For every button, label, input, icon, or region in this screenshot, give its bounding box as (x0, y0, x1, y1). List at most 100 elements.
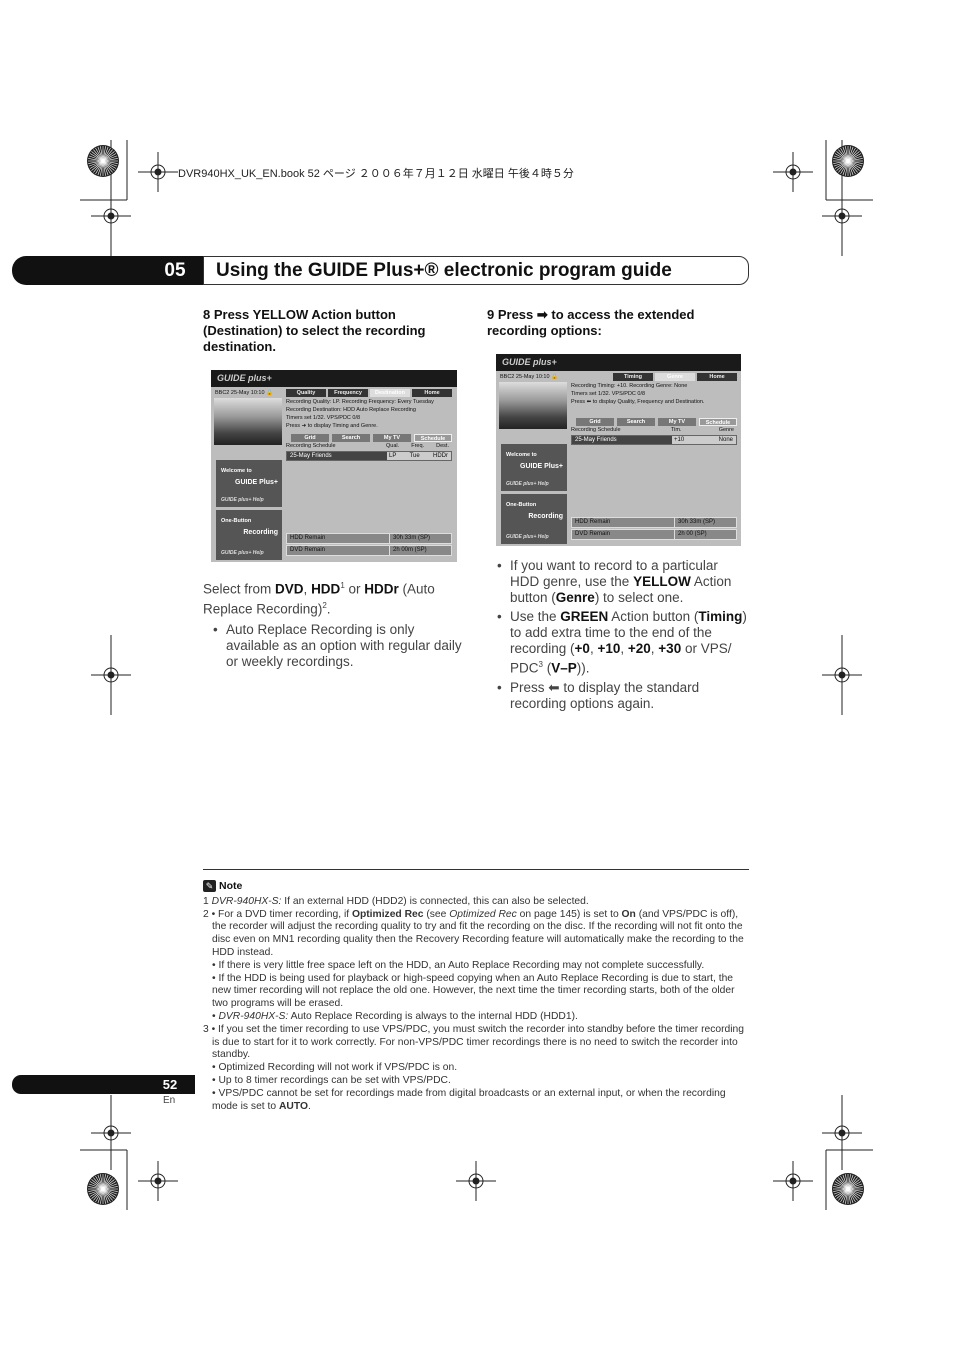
menu-tab-schedule: Schedule (414, 434, 452, 442)
text-run: 3 • If you set the timer recording to us… (203, 1023, 745, 1061)
sunburst-mark (87, 145, 119, 177)
bullet-item: If you want to record to a particular HD… (497, 558, 749, 606)
remain-label: DVD Remain (572, 530, 675, 539)
info-line: Recording Destination: HDD Auto Replace … (286, 407, 416, 413)
text-run: HDDr (364, 581, 399, 597)
info-line: Press ➜ to display Timing and Genre. (286, 423, 378, 429)
chapter-title: Using the GUIDE Plus+® electronic progra… (203, 256, 749, 285)
text-run: YELLOW (633, 574, 691, 589)
panel-welcome: Welcome to GUIDE Plus+ GUIDE plus+ Help (216, 460, 282, 507)
footnote: • If the HDD is being used for playback … (203, 973, 751, 1011)
remain-row: HDD Remain 30h 33m (SP) (571, 517, 737, 528)
schedule-value: HDDr (433, 453, 448, 459)
panel-line: One-Button (221, 518, 252, 524)
text-run: DVR-940HX-S: (218, 1010, 289, 1022)
menu-tab-search: Search (332, 434, 370, 442)
text-run: Auto Replace Recording is always to the … (288, 1010, 578, 1022)
schedule-program: 25-May Friends (287, 452, 387, 460)
menu-tab-my-tv: My TV (658, 418, 696, 426)
info-line: Recording Timing: +10. Recording Genre: … (571, 383, 688, 389)
preview-thumbnail (499, 382, 567, 429)
screen-destination: GUIDE plus+ BBC2 25-May 10:10 🔒 Quality Fre… (211, 370, 457, 562)
schedule-values: LP Tue HDDr (387, 452, 451, 460)
schedule-value: +10 (674, 437, 685, 443)
notes: ✎ Note 1 DVR-940HX-S: If an external HDD… (203, 880, 751, 1113)
text-run: Timing (698, 609, 743, 624)
bullet-item: Use the GREEN Action button (Timing) to … (497, 609, 749, 677)
menu-tab-my-tv: My TV (373, 434, 411, 442)
menu-tab-grid: Grid (576, 418, 614, 426)
preview-thumbnail (214, 398, 282, 445)
note-title: Note (219, 880, 243, 892)
panel-welcome: Welcome to GUIDE Plus+ GUIDE plus+ Help (501, 444, 567, 491)
crop-marks (80, 140, 873, 1210)
panel-line: Welcome to (221, 468, 252, 474)
remain-row: DVD Remain 2h 00m (SP) (286, 545, 452, 556)
column-header: Freq. (411, 443, 425, 449)
panel-line: Recording (528, 513, 563, 520)
text-run: Use the (510, 609, 561, 624)
schedule-header: Recording Schedule Tim. Genre (571, 427, 737, 433)
guide-plus-logo: GUIDE plus+ (502, 357, 557, 367)
text-run: 1 (203, 895, 212, 907)
text-run: • Up to 8 timer recordings can be set wi… (212, 1074, 451, 1086)
text-run: , (303, 581, 312, 597)
panel-onebutton: One-Button Recording GUIDE plus+ Help (216, 510, 282, 560)
text-run: , (620, 641, 628, 656)
panel-line: Welcome to (506, 452, 537, 458)
menu-tabs: Grid Search My TV Schedule (576, 418, 737, 426)
text-run: Select from (203, 581, 276, 597)
remain-label: HDD Remain (572, 518, 675, 527)
recording-info: Recording Quality: LP. Recording Frequen… (286, 398, 434, 430)
footnote: • Up to 8 timer recordings can be set wi… (203, 1075, 751, 1088)
panel-line: Recording (243, 529, 278, 536)
footnote: 2 • For a DVD timer recording, if Optimi… (203, 909, 751, 960)
tab-frequency: Frequency (328, 389, 368, 397)
step-8-heading: 8 Press YELLOW Action button (Destinatio… (203, 307, 426, 354)
text-run: • If there is very little free space lef… (212, 959, 705, 971)
schedule-value: None (718, 437, 733, 443)
schedule-row: 25-May Friends +10 None (571, 435, 737, 445)
text-run: +30 (658, 641, 682, 656)
info-line: Timers set 1/32. VPS/PDC 0/8 (286, 415, 361, 421)
remain-value: 30h 33m (SP) (675, 518, 736, 527)
sunburst-mark (87, 1173, 119, 1205)
tab-quality: Quality (286, 389, 326, 397)
text-run: Optimized Rec (351, 908, 424, 920)
text-run: If an external HDD (HDD2) is connected, … (281, 895, 589, 907)
menu-tab-grid: Grid (291, 434, 329, 442)
text-run: (see (423, 908, 450, 920)
action-tabs: Timing Genre Home (613, 373, 737, 381)
menu-tabs: Grid Search My TV Schedule (291, 434, 452, 442)
text-run: . (326, 601, 331, 616)
step-8-text: Select from DVD, HDD1 or HDDr (Auto Repl… (203, 578, 465, 617)
column-header: Dest. (436, 443, 449, 449)
panel-onebutton: One-Button Recording GUIDE plus+ Help (501, 494, 567, 544)
footnote: • Optimized Recording will not work if V… (203, 1062, 751, 1075)
text-run: ) to select one. (594, 590, 684, 605)
file-header: DVR940HX_UK_EN.book 52 ページ ２００６年７月１２日 水曜… (178, 168, 574, 180)
channel-info: BBC2 25-May 10:10 🔒 (215, 390, 273, 396)
remain-row: HDD Remain 30h 33m (SP) (286, 533, 452, 544)
text-run: Optimized Rec (449, 908, 517, 920)
note-divider (203, 869, 749, 870)
panel-logo: GUIDE plus+ Help (221, 497, 264, 503)
schedule-values: +10 None (672, 436, 736, 444)
step-9-heading: 9 Press ➡ to access the extended recordi… (487, 307, 695, 338)
sunburst-mark (832, 145, 864, 177)
page-language: En (163, 1095, 176, 1106)
text-run: Genre (555, 590, 595, 605)
text-run: AUTO (278, 1100, 308, 1112)
recording-info: Recording Timing: +10. Recording Genre: … (571, 382, 705, 406)
tab-home: Home (412, 389, 452, 397)
schedule-program: 25-May Friends (572, 436, 672, 444)
tab-genre: Genre (655, 373, 695, 381)
schedule-value: Tue (409, 453, 420, 459)
schedule-title: Recording Schedule (286, 443, 336, 449)
panel-logo: GUIDE plus+ Help (506, 534, 549, 540)
sunburst-mark (832, 1173, 864, 1205)
footnote: • DVR-940HX-S: Auto Replace Recording is… (203, 1011, 751, 1024)
column-header: Genre (718, 427, 734, 433)
chapter-number: 05 (164, 260, 186, 281)
column-header: Qual. (386, 443, 400, 449)
